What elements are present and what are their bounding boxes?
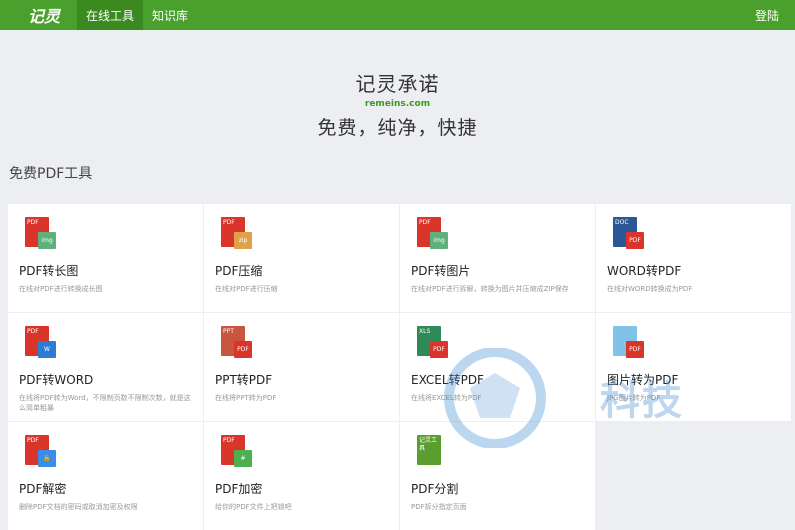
hero-domain: remeins.com xyxy=(364,99,431,109)
pdf-to-image-icon: PDF img xyxy=(25,217,59,251)
tool-card[interactable]: PDF W PDF转WORD 在线将PDF转为Word，不限制页数不限制次数，就是这么… xyxy=(8,313,203,421)
pdf-decrypt-icon: PDF 🔓 xyxy=(25,435,59,469)
tool-card[interactable]: PDF zip PDF压缩在线对PDF进行压缩 xyxy=(204,204,399,312)
tool-description: PDF拆分指定页面 xyxy=(411,503,467,511)
tool-title: WORD转PDF xyxy=(607,264,682,278)
badge-icon: # xyxy=(234,450,252,467)
tool-title: EXCEL转PDF xyxy=(411,373,484,387)
pdf-to-picture-icon: PDF img xyxy=(417,217,451,251)
site-logo[interactable]: 记灵 xyxy=(0,0,77,30)
tool-title: PDF转长图 xyxy=(19,264,79,278)
badge-icon: PDF xyxy=(234,341,252,358)
badge-icon: PDF xyxy=(430,341,448,358)
badge-icon: img xyxy=(430,232,448,249)
hero-banner: 记灵承诺 remeins.com 免费，纯净，快捷 xyxy=(0,70,795,142)
tool-title: PDF转WORD xyxy=(19,373,94,387)
badge-icon: PDF xyxy=(626,232,644,249)
top-navbar: 记灵 在线工具 知识库 登陆 xyxy=(0,0,795,30)
tool-description: 在线对PDF进行压缩 xyxy=(215,285,278,293)
ppt-to-pdf-icon: PPT PDF xyxy=(221,326,255,360)
badge-icon: 🔓 xyxy=(38,450,56,467)
tool-card[interactable]: PDF # PDF加密给你的PDF文件上把锁吧 xyxy=(204,422,399,530)
word-to-pdf-icon: DOC PDF xyxy=(613,217,647,251)
tool-title: PDF解密 xyxy=(19,482,67,496)
badge-icon: zip xyxy=(234,232,252,249)
badge-icon: PDF xyxy=(626,341,644,358)
tool-description: 给你的PDF文件上把锁吧 xyxy=(215,503,292,511)
tool-card[interactable]: PPT PDF PPT转PDF 在线将PPT转为PDF xyxy=(204,313,399,421)
tool-description: 在线对WORD转换成为PDF xyxy=(607,285,693,293)
tool-title: PDF压缩 xyxy=(215,264,263,278)
tool-card[interactable]: PDF img PDF转图片在线对PDF进行拆解，转换为图片并压缩成ZIP保存 xyxy=(400,204,595,312)
pdf-compress-icon: PDF zip xyxy=(221,217,255,251)
tool-grid: PDF img PDF转长图 在线对PDF进行转换成长图 PDF zip PDF压缩 在线对P… xyxy=(8,204,791,530)
hero-subtitle: 免费，纯净，快捷 xyxy=(317,117,478,139)
section-title: 免费PDF工具 xyxy=(9,166,93,182)
tool-title: PPT转PDF xyxy=(215,373,273,387)
document-icon: 记灵工具 xyxy=(417,435,441,465)
tool-description: 在线将EXCEL转为PDF xyxy=(411,394,482,402)
tool-description: 在线对PDF进行拆解，转换为图片并压缩成ZIP保存 xyxy=(411,285,569,293)
tool-card[interactable]: PDF img PDF转长图在线对PDF进行转换成长图 xyxy=(8,204,203,312)
tool-description: 在线将PDF转为Word，不限制页数不限制次数，就是这么简单粗暴 xyxy=(19,394,191,412)
tool-description: 删除PDF文档的密码或取消加密及权限 xyxy=(19,503,138,511)
tool-card[interactable]: DOC PDF WORD转PDF 在线对WORD转换成为PDF xyxy=(596,204,791,312)
hero-title: 记灵承诺 xyxy=(355,72,440,96)
image-to-pdf-icon: PDF xyxy=(613,326,647,360)
nav-knowledge-base[interactable]: 知识库 xyxy=(143,0,197,30)
tool-title: PDF转图片 xyxy=(411,264,471,278)
tool-card[interactable]: XLS PDF EXCEL转PDF 在线将EXCEL转为PDF xyxy=(400,313,595,421)
badge-icon: W xyxy=(38,341,56,358)
badge-icon: img xyxy=(38,232,56,249)
tool-card[interactable]: 记灵工具 PDF分割 PDF拆分指定页面 xyxy=(400,422,595,530)
tool-description: 在线对PDF进行转换成长图 xyxy=(19,285,103,293)
pdf-to-word-icon: PDF W xyxy=(25,326,59,360)
tool-title: PDF分割 xyxy=(411,482,459,496)
watermark-text: 科技 xyxy=(600,378,684,424)
login-link[interactable]: 登陆 xyxy=(755,0,779,30)
tool-title: PDF加密 xyxy=(215,482,263,496)
tool-description: 在线将PPT转为PDF xyxy=(215,394,277,402)
pdf-encrypt-icon: PDF # xyxy=(221,435,255,469)
tool-card[interactable]: PDF 🔓 PDF解密删除PDF文档的密码或取消加密及权限 xyxy=(8,422,203,530)
excel-to-pdf-icon: XLS PDF xyxy=(417,326,451,360)
nav-online-tools[interactable]: 在线工具 xyxy=(77,0,144,30)
empty-cell xyxy=(596,422,791,530)
pdf-split-icon: 记灵工具 xyxy=(417,435,451,469)
